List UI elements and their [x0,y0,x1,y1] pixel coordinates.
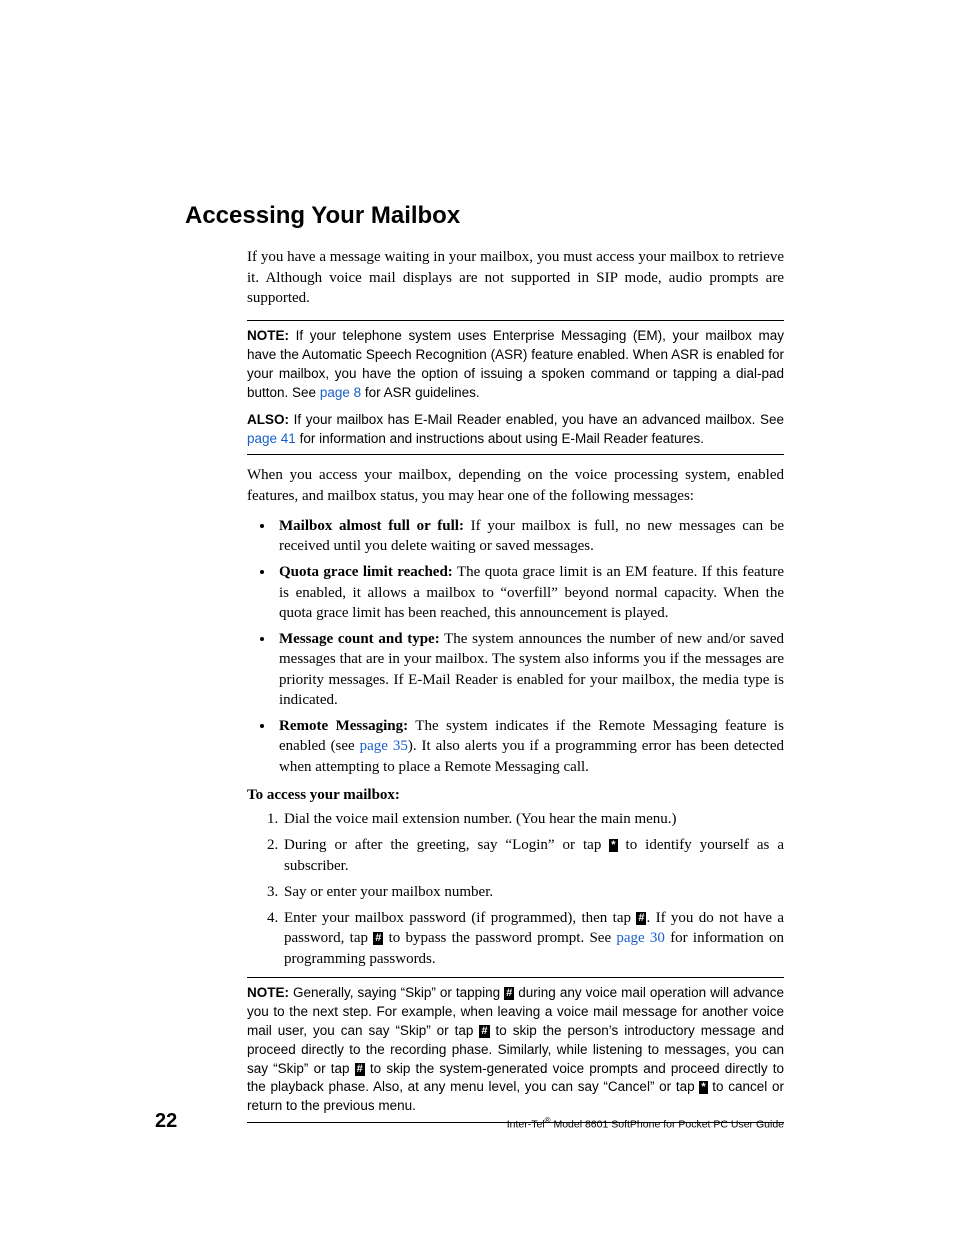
list-item: Message count and type: The system annou… [275,629,784,710]
list-item: Quota grace limit reached: The quota gra… [275,562,784,623]
step-1: Dial the voice mail extension number. (Y… [282,809,784,829]
also-label: ALSO: [247,412,289,427]
pound-key-icon: # [504,987,514,1000]
star-key-icon: * [699,1081,707,1094]
page-number: 22 [155,1108,177,1135]
list-item: Mailbox almost full or full: If your mai… [275,516,784,557]
bullet-head: Message count and type: [279,631,440,647]
footer-brand: Inter-Tel [507,1118,545,1130]
note-label: NOTE: [247,985,289,1000]
pound-key-icon: # [373,932,383,945]
pound-key-icon: # [355,1063,365,1076]
also-text-end: for information and instructions about u… [296,431,704,446]
link-page-30[interactable]: page 30 [616,930,665,946]
link-page-41[interactable]: page 41 [247,431,296,446]
step-3: Say or enter your mailbox number. [282,882,784,902]
bullet-head: Remote Messaging: [279,718,408,734]
footer-title: Model 8601 SoftPhone for Pocket PC User … [551,1118,784,1130]
step-text: During or after the greeting, say “Login… [284,837,609,853]
pound-key-icon: # [479,1025,489,1038]
star-key-icon: * [609,839,617,852]
page-footer: 22 Inter-Tel® Model 8601 SoftPhone for P… [155,1108,784,1135]
page-heading: Accessing Your Mailbox [185,200,784,232]
also-text: If your mailbox has E-Mail Reader enable… [289,412,784,427]
link-page-8[interactable]: page 8 [320,385,361,400]
step-text: to bypass the password prompt. See [383,930,616,946]
messages-intro: When you access your mailbox, depending … [247,465,784,506]
bullet-head: Mailbox almost full or full: [279,518,464,534]
message-list: Mailbox almost full or full: If your mai… [247,516,784,777]
note-text-end: for ASR guidelines. [361,385,480,400]
note-box-asr: NOTE: If your telephone system uses Ente… [247,320,784,455]
steps-list: Dial the voice mail extension number. (Y… [247,809,784,969]
intro-paragraph: If you have a message waiting in your ma… [247,247,784,308]
note-box-skip: NOTE: Generally, saying “Skip” or tappin… [247,977,784,1123]
list-item: Remote Messaging: The system indicates i… [275,716,784,777]
note-label: NOTE: [247,328,289,343]
procedure-heading: To access your mailbox: [247,785,784,805]
step-text: Enter your mailbox password (if programm… [284,910,636,926]
link-page-35[interactable]: page 35 [360,738,408,754]
footer-guide-title: Inter-Tel® Model 8601 SoftPhone for Pock… [507,1116,784,1132]
step-2: During or after the greeting, say “Login… [282,835,784,876]
step-4: Enter your mailbox password (if programm… [282,908,784,969]
note-text: Generally, saying “Skip” or tapping [289,985,504,1000]
bullet-head: Quota grace limit reached: [279,564,453,580]
pound-key-icon: # [636,912,646,925]
